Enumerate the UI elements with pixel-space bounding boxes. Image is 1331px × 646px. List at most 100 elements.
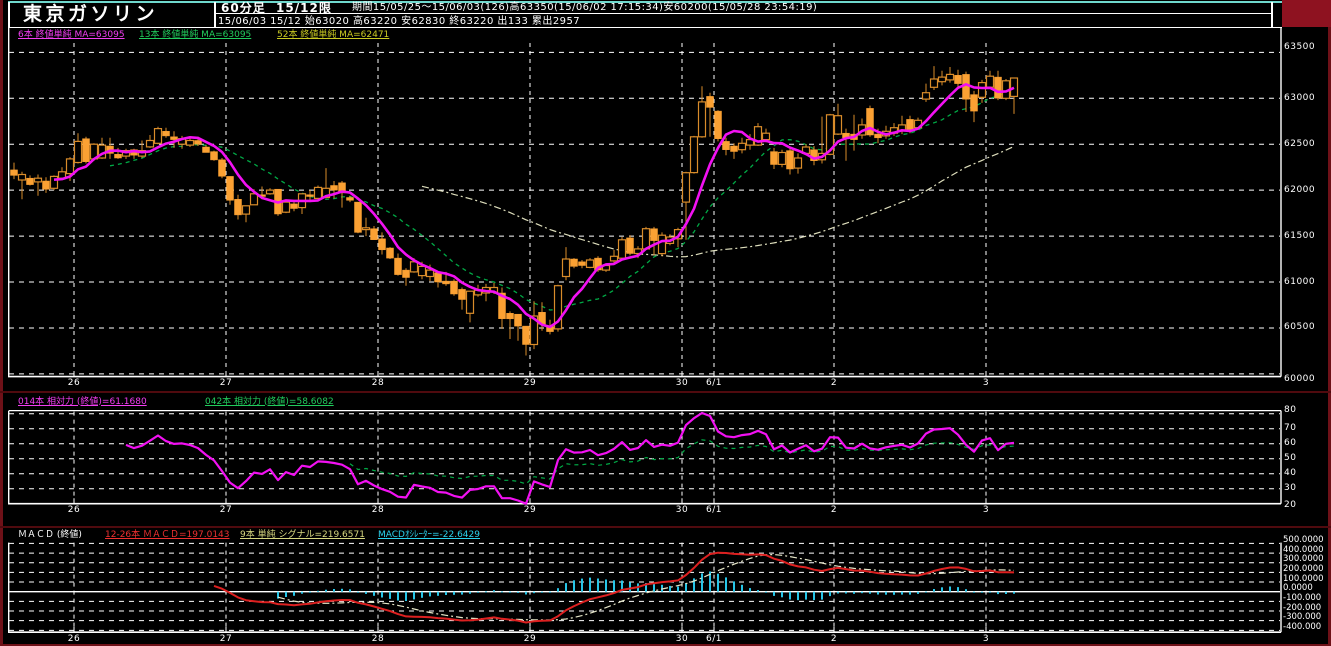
panel-separator — [0, 526, 1331, 528]
candle-bar — [218, 158, 226, 179]
chart-application-window: 東京ガソリン 60分足 15/12限 期間15/05/25～15/06/03(1… — [0, 0, 1331, 646]
timeframe-label: 60分足 15/12限 — [221, 1, 332, 15]
macd-histogram-bar — [317, 590, 319, 592]
price-tick-label: 63000 — [1284, 92, 1316, 103]
candle-bar — [994, 70, 1002, 101]
macd-tick-label: -400.000 — [1283, 621, 1322, 632]
macd-histogram-bar — [717, 573, 719, 592]
macd-histogram-bar — [805, 591, 807, 600]
legend-item[interactable]: 6本 終値単純 MA=63095 — [18, 31, 125, 40]
macd-histogram-bar — [989, 591, 991, 593]
candle-bar — [361, 217, 371, 237]
macd-histogram-bar — [413, 591, 415, 600]
date-label: 28 — [371, 378, 385, 389]
macd-histogram-bar — [309, 591, 311, 593]
legend-item[interactable]: 52本 終値単純 MA=62471 — [277, 31, 389, 40]
price-tick-label: 61000 — [1284, 276, 1316, 287]
candle-bar — [162, 127, 170, 138]
candle-bar — [226, 176, 234, 205]
date-label: 27 — [219, 633, 233, 644]
macd-tick-label: 300.0000 — [1283, 554, 1324, 565]
macd-histogram-bar — [733, 581, 735, 592]
candle-bar — [578, 260, 586, 269]
macd-histogram-bar — [997, 591, 999, 595]
candle-bar — [33, 174, 43, 196]
macd-histogram-bar — [597, 578, 599, 592]
legend-item[interactable]: 042本 相対力 (終値)=58.6082 — [205, 397, 334, 407]
candlestick-series — [10, 66, 1019, 356]
header-right-border — [1271, 2, 1273, 27]
date-label: 30 — [675, 505, 689, 516]
candle-bar — [561, 247, 571, 281]
date-label: 27 — [219, 378, 233, 389]
macd-histogram-bar — [669, 585, 671, 592]
macd-histogram-bar — [453, 591, 455, 595]
macd-tick-label: -200.000 — [1283, 602, 1322, 613]
macd-histogram-bar — [613, 580, 615, 592]
macd-histogram-bar — [837, 591, 839, 594]
macd-histogram-bar — [933, 589, 935, 592]
legend-item[interactable]: 13本 終値単純 MA=63095 — [139, 31, 251, 40]
candle-bar — [650, 226, 658, 256]
candle-bar — [737, 137, 747, 154]
macd-histogram-bar — [557, 588, 559, 592]
candle-bar — [810, 146, 818, 166]
legend-item[interactable]: ＭＡＣＤ (終値) — [18, 530, 82, 540]
macd-tick-label: -300.000 — [1283, 612, 1322, 623]
candle-bar — [313, 185, 323, 200]
ma52-line — [421, 145, 1015, 258]
date-label: 6/1 — [706, 378, 722, 389]
rsi-tick-label: 20 — [1284, 499, 1297, 510]
macd-histogram-bar — [397, 591, 399, 601]
candle-bar — [786, 148, 794, 175]
macd-histogram-bar — [485, 591, 487, 593]
candle-bar — [985, 70, 995, 89]
macd-histogram-bar — [405, 591, 407, 601]
macd-tick-label: -100.000 — [1283, 592, 1322, 603]
rsi-tick-label: 80 — [1284, 405, 1297, 416]
macd-histogram-bar — [653, 584, 655, 592]
macd-histogram-bar — [901, 591, 903, 595]
macd-histogram-bar — [869, 591, 871, 594]
macd-histogram-bar — [445, 591, 447, 595]
date-label: 29 — [523, 505, 537, 516]
macd-histogram-bar — [629, 582, 631, 592]
legend-item[interactable]: 12-26本 ＭＡＣＤ=197.0143 — [105, 530, 230, 540]
macd-histogram-bar — [349, 589, 351, 592]
macd-histogram-bar — [797, 591, 799, 601]
macd-histogram-bar — [469, 591, 471, 594]
candle-bar — [962, 71, 970, 112]
date-label: 29 — [523, 378, 537, 389]
candle-bar — [354, 201, 362, 234]
legend-item[interactable]: 9本 単純 シグナル=219.6571 — [240, 530, 365, 540]
candle-bar — [522, 325, 530, 356]
date-label: 2 — [830, 505, 838, 516]
macd-histogram-bar — [1013, 591, 1015, 594]
date-label: 2 — [830, 633, 838, 644]
candle-bar — [106, 137, 114, 159]
legend-item[interactable]: MACDｵｼﾚｰﾀｰ=-22.6429 — [378, 530, 480, 540]
macd-histogram-bar — [421, 591, 423, 598]
date-label: 28 — [371, 633, 385, 644]
legend-item[interactable]: 014本 相対力 (終値)=61.1680 — [18, 397, 147, 407]
date-label: 27 — [219, 505, 233, 516]
rsi-tick-label: 70 — [1284, 423, 1297, 434]
rsi-tick-label: 40 — [1284, 468, 1297, 479]
macd-histogram-bar — [741, 584, 743, 592]
candle-bar — [921, 83, 931, 102]
macd-histogram-bar — [845, 591, 847, 594]
price-tick-label: 60500 — [1284, 322, 1316, 333]
macd-histogram-bar — [429, 591, 431, 597]
chart-canvas[interactable] — [0, 0, 1331, 646]
candle-bar — [689, 135, 699, 174]
candle-bar — [10, 162, 18, 180]
date-label: 28 — [371, 505, 385, 516]
macd-histogram-bar — [829, 591, 831, 597]
macd-histogram-bar — [861, 591, 863, 594]
candle-bar — [770, 147, 778, 169]
header-divider-line — [215, 13, 1272, 15]
period-info: 期間15/05/25～15/06/03(126)高63350(15/06/02 … — [352, 2, 818, 13]
macd-histogram-bar — [813, 591, 815, 601]
candle-bar — [346, 195, 354, 203]
candle-bar — [465, 290, 475, 323]
